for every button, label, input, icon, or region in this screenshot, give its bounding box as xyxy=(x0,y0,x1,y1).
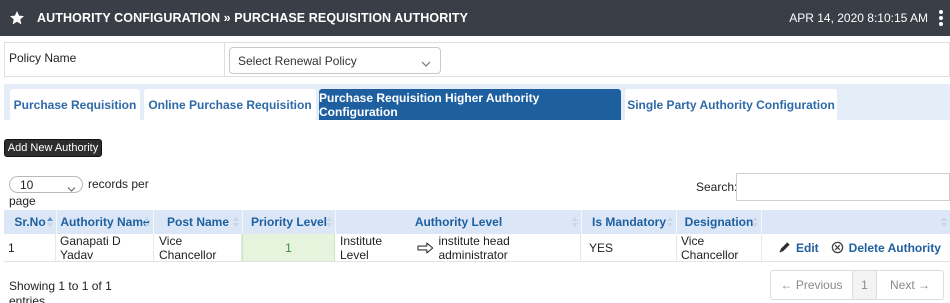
column-header-authority-name[interactable]: Authority Name xyxy=(57,210,153,234)
sort-icon xyxy=(326,217,332,227)
column-header-priority-level[interactable]: Priority Level xyxy=(243,210,335,234)
add-new-authority-button[interactable]: Add New Authority xyxy=(4,139,102,157)
column-header-label: Is Mandatory xyxy=(591,215,666,229)
sort-icon xyxy=(752,217,758,227)
tab-bar: Purchase Requisition Online Purchase Req… xyxy=(4,84,950,120)
authority-table: Sr.No Authority Name Post Name Priority … xyxy=(4,210,950,262)
edit-label: Edit xyxy=(796,240,819,255)
page-header: AUTHORITY CONFIGURATION » PURCHASE REQUI… xyxy=(0,0,950,36)
column-header-sr-no[interactable]: Sr.No xyxy=(4,210,56,234)
previous-page-button[interactable]: ← Previous xyxy=(771,271,853,299)
tab-higher-authority-configuration[interactable]: Purchase Requisition Higher Authority Co… xyxy=(319,89,621,120)
authority-level-from: Institute Level xyxy=(340,233,383,262)
cell-authority-name: Ganapati D Yadav xyxy=(56,234,154,262)
search-label: Search: xyxy=(696,180,738,194)
column-header-post-name[interactable]: Post Name xyxy=(154,210,242,234)
cell-designation: Vice Chancellor xyxy=(677,234,762,262)
column-header-label: Priority Level xyxy=(250,215,328,229)
star-icon[interactable] xyxy=(9,10,25,26)
column-header-designation[interactable]: Designation xyxy=(677,210,761,234)
policy-divider xyxy=(224,43,225,76)
chevron-down-icon xyxy=(421,57,431,67)
table-info-cont: entries xyxy=(9,294,46,303)
cell-actions: Edit Delete Authority xyxy=(762,234,950,261)
table-info: Showing 1 to 1 of 1 xyxy=(9,279,112,293)
cell-priority-level: 1 xyxy=(242,234,335,261)
table-row: 1 Ganapati D Yadav Vice Chancellor 1 Ins… xyxy=(4,234,950,262)
page-title: AUTHORITY CONFIGURATION » PURCHASE REQUI… xyxy=(37,11,469,25)
delete-icon xyxy=(831,241,843,254)
datetime-display: APR 14, 2020 8:10:15 AM xyxy=(789,11,928,25)
cell-post-name: Vice Chancellor xyxy=(154,234,242,262)
sort-icon xyxy=(233,217,239,227)
sort-icon xyxy=(144,217,150,227)
next-page-button[interactable]: Next → xyxy=(877,271,943,299)
cell-authority-level: Institute Level institute head administr… xyxy=(335,233,581,262)
sort-icon xyxy=(572,217,578,227)
column-header-actions[interactable] xyxy=(762,210,950,234)
policy-select-value: Select Renewal Policy xyxy=(238,54,357,68)
policy-select[interactable]: Select Renewal Policy xyxy=(229,47,441,74)
authority-level-to: institute head administrator xyxy=(438,233,510,262)
cell-sr-no: 1 xyxy=(4,234,56,261)
tab-purchase-requisition[interactable]: Purchase Requisition xyxy=(10,89,140,120)
delete-label: Delete Authority xyxy=(848,240,941,255)
pagination: ← Previous 1 Next → xyxy=(770,270,944,300)
tab-online-purchase-requisition[interactable]: Online Purchase Requisition xyxy=(144,89,316,120)
kebab-menu-icon[interactable] xyxy=(938,10,943,26)
column-header-label: Authority Name xyxy=(60,215,150,229)
column-header-label: Post Name xyxy=(166,215,230,229)
column-header-label: Designation xyxy=(684,215,754,229)
search-input[interactable] xyxy=(736,173,950,201)
current-page-button[interactable]: 1 xyxy=(853,271,877,299)
chevron-down-icon xyxy=(67,182,76,192)
records-per-page-value: 10 xyxy=(20,178,34,192)
tab-single-party-authority-configuration[interactable]: Single Party Authority Configuration xyxy=(625,89,837,120)
column-header-label: Sr.No xyxy=(14,215,46,229)
records-per-page-select[interactable]: 10 xyxy=(9,176,83,193)
policy-row: Policy Name Select Renewal Policy xyxy=(4,42,950,77)
sort-icon xyxy=(667,217,673,227)
table-header: Sr.No Authority Name Post Name Priority … xyxy=(4,210,950,234)
records-per-page-label-cont: page xyxy=(9,194,36,208)
pencil-icon xyxy=(779,242,790,253)
sort-icon xyxy=(47,217,53,227)
column-header-is-mandatory[interactable]: Is Mandatory xyxy=(582,210,676,234)
edit-button[interactable]: Edit xyxy=(778,241,819,255)
delete-authority-button[interactable]: Delete Authority xyxy=(831,241,941,255)
sort-icon xyxy=(941,217,947,227)
records-per-page-label: records per xyxy=(88,177,149,191)
column-header-authority-level[interactable]: Authority Level xyxy=(336,210,581,234)
column-header-label: Authority Level xyxy=(414,215,503,229)
policy-name-label: Policy Name xyxy=(9,51,77,65)
arrow-right-icon xyxy=(417,242,434,253)
cell-is-mandatory: YES xyxy=(581,234,677,261)
